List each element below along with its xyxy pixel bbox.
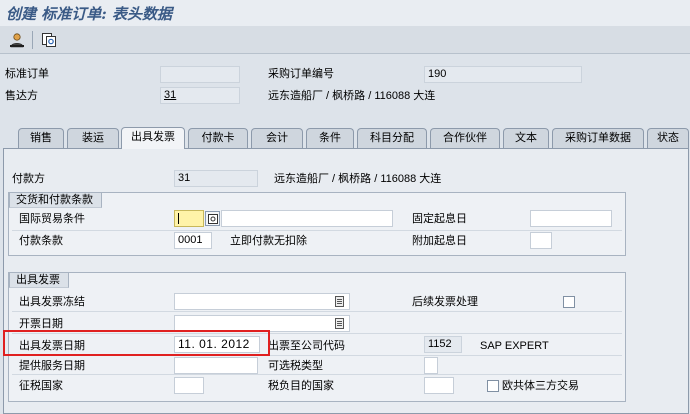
tax-class-field[interactable] (424, 357, 438, 374)
billing-block-field[interactable] (174, 293, 350, 310)
tax-destination-field[interactable] (424, 377, 454, 394)
eu-triangular-checkbox[interactable] (487, 380, 499, 392)
std-order-field[interactable] (160, 66, 240, 83)
std-order-label: 标准订单 (5, 68, 49, 80)
tab-billing[interactable]: 出具发票 (121, 127, 185, 149)
document-overview-icon (42, 33, 56, 47)
tab-strip: 销售 装运 出具发票 付款卡 会计 条件 科目分配 合作伙伴 文本 采购订单数据… (0, 127, 690, 149)
add-date-label: 附加起息日 (412, 235, 467, 247)
sold-to-description: 远东造船厂 / 枫桥路 / 116088 大连 (268, 90, 436, 102)
incoterms-desc-field[interactable] (221, 210, 393, 227)
overview-button[interactable] (38, 29, 60, 51)
payer-label: 付款方 (12, 173, 45, 185)
toolbar-separator (32, 31, 33, 49)
tab-purchase-order-data[interactable]: 采购订单数据 (552, 128, 644, 148)
payer-description: 远东造船厂 / 枫桥路 / 116088 大连 (274, 173, 442, 185)
title-bar: 创建 标准订单: 表头数据 (0, 0, 690, 26)
delivery-payment-group-title: 交货和付款条款 (9, 192, 102, 208)
search-help-icon (207, 213, 218, 224)
sold-to-field[interactable]: 31 (160, 87, 240, 104)
company-code-field[interactable]: 1152 (424, 336, 462, 353)
add-date-field[interactable] (530, 232, 552, 249)
tab-status[interactable]: 状态 (647, 128, 689, 148)
dropdown-list-icon[interactable] (335, 296, 344, 307)
billing-date-highlight (3, 330, 270, 356)
calendar-list-icon[interactable] (335, 318, 344, 329)
service-date-label: 提供服务日期 (19, 360, 85, 372)
tax-country-field[interactable] (174, 377, 204, 394)
row-divider (12, 374, 622, 375)
application-toolbar (0, 26, 690, 54)
po-number-field[interactable]: 190 (424, 66, 582, 83)
company-code-label: 出票至公司代码 (268, 340, 345, 352)
payment-terms-description: 立即付款无扣除 (230, 235, 307, 247)
tab-sales[interactable]: 销售 (18, 128, 64, 148)
fixed-date-label: 固定起息日 (412, 213, 467, 225)
person-icon (10, 33, 24, 48)
po-number-label: 采购订单编号 (268, 68, 334, 80)
billing-block-label: 出具发票冻结 (19, 296, 85, 308)
service-date-field[interactable] (174, 357, 258, 374)
subsequent-invoice-checkbox[interactable] (563, 296, 575, 308)
row-divider (12, 230, 622, 231)
tax-country-label: 征税国家 (19, 380, 63, 392)
tab-accounting[interactable]: 会计 (251, 128, 303, 148)
tab-conditions[interactable]: 条件 (306, 128, 354, 148)
tax-class-label: 可选税类型 (268, 360, 323, 372)
subsequent-invoice-label: 后续发票处理 (412, 296, 478, 308)
tab-payment-cards[interactable]: 付款卡 (188, 128, 248, 148)
company-code-description: SAP EXPERT (480, 340, 549, 352)
incoterms-field[interactable] (174, 210, 204, 227)
tab-account-assignment[interactable]: 科目分配 (357, 128, 427, 148)
fixed-date-field[interactable] (530, 210, 612, 227)
tab-shipping[interactable]: 装运 (67, 128, 119, 148)
payment-terms-label: 付款条款 (19, 235, 63, 247)
incoterms-label: 国际贸易条件 (19, 213, 85, 225)
payer-field[interactable]: 31 (174, 170, 258, 187)
tax-destination-label: 税负目的国家 (268, 380, 334, 392)
billing-group-title: 出具发票 (9, 272, 69, 288)
row-divider (12, 311, 622, 312)
tab-partners[interactable]: 合作伙伴 (430, 128, 500, 148)
sold-to-label: 售达方 (5, 90, 38, 102)
incoterms-help-button[interactable] (205, 211, 220, 226)
person-button[interactable] (6, 29, 28, 51)
payment-terms-field[interactable]: 0001 (174, 232, 212, 249)
window-title: 创建 标准订单: 表头数据 (6, 5, 172, 23)
tab-texts[interactable]: 文本 (503, 128, 549, 148)
eu-triangular-label: 欧共体三方交易 (502, 380, 579, 392)
